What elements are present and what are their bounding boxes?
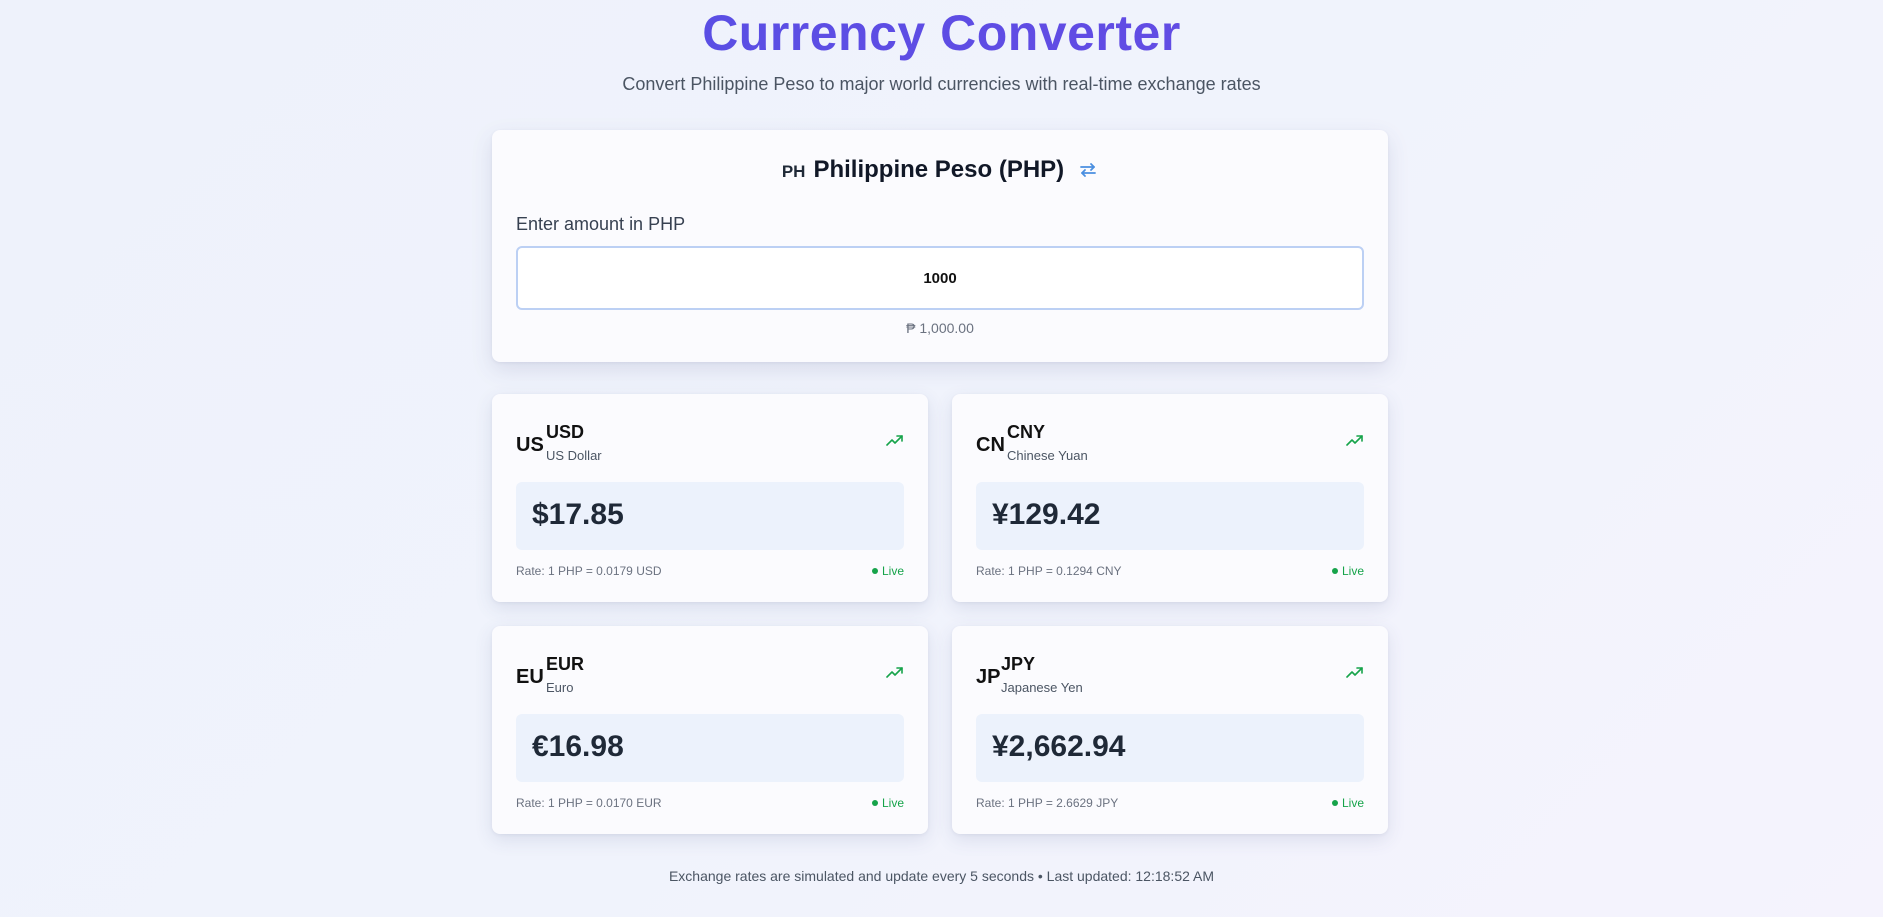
currency-name: Euro [546,680,574,695]
currency-code: USD [546,422,585,442]
base-currency-panel: PH Philippine Peso (PHP) Enter amount in… [492,130,1388,362]
currency-code: EUR [546,654,585,674]
live-label: Live [881,796,904,810]
country-code: EU [516,666,544,688]
trending-up-icon [1346,435,1363,446]
country-code: CN [976,434,1005,456]
page-title: Currency Converter [0,4,1883,62]
live-status: Live [1331,564,1364,578]
currency-card-cny: CN CNY Chinese Yuan ¥129.42 Rate: 1 PHP … [952,394,1388,602]
currency-name: US Dollar [546,448,602,463]
live-label: Live [1341,796,1364,810]
base-currency-header: PH Philippine Peso (PHP) [492,156,1388,184]
converted-value-box: €16.98 [516,714,904,782]
converted-value-box: ¥2,662.94 [976,714,1364,782]
live-dot-icon [871,800,878,806]
exchange-rate: Rate: 1 PHP = 0.0170 EUR [516,796,662,810]
live-status: Live [871,564,904,578]
currency-code: CNY [1007,422,1046,442]
live-label: Live [1341,564,1364,578]
currency-code: JPY [1001,654,1036,674]
page-subtitle: Convert Philippine Peso to major world c… [622,74,1261,94]
exchange-rate: Rate: 1 PHP = 0.1294 CNY [976,564,1122,578]
amount-label: Enter amount in PHP [516,214,686,234]
base-country-code: PH [781,162,806,181]
formatted-amount: ₱ 1,000.00 [906,320,974,336]
live-label: Live [881,564,904,578]
currency-name: Chinese Yuan [1007,448,1088,463]
live-dot-icon [871,568,878,574]
country-code: JP [976,666,1001,688]
currency-name: Japanese Yen [1001,680,1083,695]
live-dot-icon [1331,800,1338,806]
footer-note: Exchange rates are simulated and update … [668,868,1215,884]
converted-value: ¥129.42 [992,498,1101,531]
converted-value: €16.98 [532,730,624,763]
converted-value: $17.85 [532,498,624,531]
country-code: US [516,434,544,456]
amount-input[interactable] [516,246,1364,310]
currency-card-eur: EU EUR Euro €16.98 Rate: 1 PHP = 0.0170 … [492,626,928,834]
exchange-rate: Rate: 1 PHP = 0.0179 USD [516,564,662,578]
base-currency-name: Philippine Peso (PHP) [813,156,1065,183]
converted-value-box: ¥129.42 [976,482,1364,550]
live-status: Live [871,796,904,810]
currency-card-usd: US USD US Dollar $17.85 Rate: 1 PHP = 0.… [492,394,928,602]
swap-arrows-icon[interactable] [1078,160,1098,180]
exchange-rate: Rate: 1 PHP = 2.6629 JPY [976,796,1119,810]
trending-up-icon [1346,667,1363,678]
trending-up-icon [886,435,903,446]
live-status: Live [1331,796,1364,810]
live-dot-icon [1331,568,1338,574]
converted-value-box: $17.85 [516,482,904,550]
trending-up-icon [886,667,903,678]
converted-value: ¥2,662.94 [992,730,1126,763]
currency-card-jpy: JP JPY Japanese Yen ¥2,662.94 Rate: 1 PH… [952,626,1388,834]
